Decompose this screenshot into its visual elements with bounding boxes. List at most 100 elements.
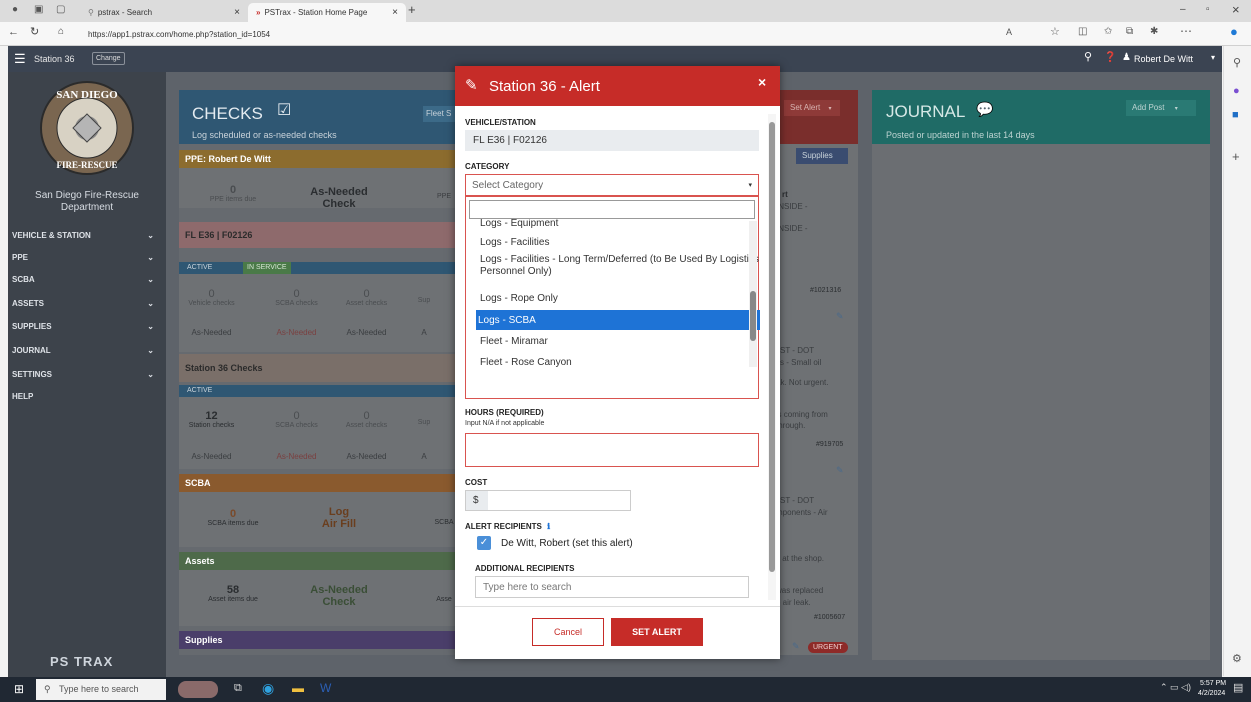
- vehicle-checks-cell[interactable]: 0 Vehicle checks: [179, 288, 244, 307]
- set-alert-submit-button[interactable]: SET ALERT: [611, 618, 703, 646]
- sidebar-item-journal[interactable]: JOURNAL ⌄: [8, 339, 166, 361]
- minimize-icon[interactable]: –: [1180, 5, 1186, 15]
- search-icon[interactable]: ⚲: [1233, 58, 1241, 69]
- asset-as-needed-link[interactable]: As-Needed: [334, 328, 399, 337]
- task-view-icon[interactable]: ⧉: [234, 683, 242, 694]
- alert-id[interactable]: #919705: [816, 441, 843, 448]
- favorites-icon[interactable]: ✩: [1104, 27, 1112, 37]
- vehicle-as-needed-link[interactable]: As-Needed: [179, 328, 244, 337]
- supplies-tab[interactable]: Supplies: [796, 148, 848, 164]
- hours-input[interactable]: [465, 433, 759, 467]
- refresh-icon[interactable]: ↻: [30, 27, 39, 38]
- collections-icon[interactable]: ▣: [34, 5, 43, 15]
- supply-as-needed-link[interactable]: A: [404, 328, 444, 337]
- category-option[interactable]: Logs - Rope Only: [478, 289, 760, 307]
- category-option[interactable]: Logs - Facilities: [478, 233, 760, 251]
- more-menu-icon[interactable]: ⋯: [1180, 25, 1192, 37]
- weather-widget-icon[interactable]: [178, 681, 218, 698]
- settings-icon[interactable]: ⚙: [1232, 654, 1242, 665]
- station-asset-checks-cell[interactable]: 0 Asset checks: [334, 410, 399, 429]
- sidebar-item-supplies[interactable]: SUPPLIES ⌄: [8, 315, 166, 337]
- tab-actions-icon[interactable]: ▢: [56, 5, 65, 15]
- system-tray-icons[interactable]: ⌃ ▭ ◁): [1160, 683, 1191, 692]
- add-post-button[interactable]: Add Post ▾: [1126, 100, 1196, 116]
- log-air-fill-button[interactable]: Log Air Fill: [284, 506, 394, 530]
- extensions-icon[interactable]: ✱: [1150, 27, 1158, 37]
- asset-items-cell[interactable]: 58 Asset items due: [184, 584, 282, 603]
- recipient-search-input[interactable]: Type here to search: [475, 576, 749, 598]
- url-field[interactable]: https://app1.pstrax.com/home.php?station…: [88, 25, 988, 43]
- station-checks-cell[interactable]: 12 Station checks: [179, 410, 244, 429]
- shopping-icon[interactable]: ●: [1233, 86, 1240, 97]
- sidebar-item-settings[interactable]: SETTINGS ⌄: [8, 363, 166, 385]
- add-icon[interactable]: +: [1232, 150, 1240, 163]
- profile-icon[interactable]: ●: [12, 5, 18, 15]
- recipient-checkbox[interactable]: ✓: [477, 536, 491, 550]
- cost-input-group[interactable]: $: [465, 490, 631, 511]
- edge-browser-icon[interactable]: ◉: [262, 681, 274, 695]
- sidebar-item-scba[interactable]: SCBA ⌄: [8, 268, 166, 290]
- set-alert-button[interactable]: Set Alert ▾: [784, 100, 840, 116]
- collections-bar-icon[interactable]: ⧉: [1126, 27, 1133, 37]
- outlook-icon[interactable]: ■: [1232, 110, 1239, 121]
- user-menu[interactable]: Robert De Witt: [1134, 54, 1193, 64]
- favorite-star-icon[interactable]: ☆: [1050, 27, 1060, 38]
- change-station-button[interactable]: Change: [92, 52, 125, 65]
- alert-id[interactable]: #1005607: [814, 614, 845, 621]
- close-tab-icon[interactable]: ×: [234, 7, 240, 18]
- new-tab-button[interactable]: +: [408, 3, 416, 16]
- scba-as-needed-link[interactable]: As-Needed: [264, 328, 329, 337]
- file-explorer-icon[interactable]: ▬: [292, 682, 304, 694]
- category-select[interactable]: Select Category ▾: [465, 174, 759, 196]
- word-icon[interactable]: W: [320, 682, 331, 694]
- ppe-as-needed-check-button[interactable]: As-Needed Check: [284, 186, 394, 210]
- category-search-input[interactable]: [469, 200, 755, 219]
- sidebar-item-assets[interactable]: ASSETS ⌄: [8, 292, 166, 314]
- sidebar-item-help[interactable]: HELP: [8, 385, 166, 407]
- station-asset-as-needed-link[interactable]: As-Needed: [334, 452, 399, 461]
- read-aloud-icon[interactable]: A: [1006, 28, 1012, 37]
- asset-checks-cell[interactable]: 0 Asset checks: [334, 288, 399, 307]
- home-icon[interactable]: ⌂: [58, 27, 64, 37]
- hamburger-menu-icon[interactable]: ☰: [14, 52, 26, 65]
- dropdown-scrollbar[interactable]: [749, 221, 757, 367]
- modal-scroll-thumb[interactable]: [769, 122, 775, 572]
- station-supply-checks-cell[interactable]: Sup: [404, 419, 444, 426]
- station-scba-checks-cell[interactable]: 0 SCBA checks: [264, 410, 329, 429]
- scba-items-cell[interactable]: 0 SCBA items due: [184, 508, 282, 527]
- category-option[interactable]: Logs - Equipment: [478, 219, 760, 231]
- sidebar-item-vehicle-station[interactable]: VEHICLE & STATION ⌄: [8, 224, 166, 246]
- ppe-count-cell[interactable]: 0 PPE items due: [184, 184, 282, 203]
- copilot-icon[interactable]: ●: [1230, 25, 1238, 38]
- edit-icon[interactable]: ✎: [792, 642, 800, 651]
- category-option[interactable]: Fleet - Miramar: [478, 332, 760, 350]
- close-window-icon[interactable]: ×: [1232, 3, 1240, 16]
- browser-tab-pstrax[interactable]: » PSTrax - Station Home Page ×: [248, 3, 406, 22]
- sidebar-item-ppe[interactable]: PPE ⌄: [8, 246, 166, 268]
- close-modal-button[interactable]: ×: [758, 75, 766, 89]
- windows-start-icon[interactable]: ⊞: [14, 683, 24, 695]
- modal-scrollbar[interactable]: [768, 114, 776, 600]
- station-supply-as-needed-link[interactable]: A: [404, 452, 444, 461]
- station-as-needed-link[interactable]: As-Needed: [179, 452, 244, 461]
- cancel-button[interactable]: Cancel: [532, 618, 604, 646]
- dropdown-scroll-thumb[interactable]: [750, 291, 756, 341]
- alert-id[interactable]: #1021316: [810, 287, 841, 294]
- station-scba-as-needed-link[interactable]: As-Needed: [264, 452, 329, 461]
- asset-as-needed-check-button[interactable]: As-Needed Check: [284, 584, 394, 608]
- split-screen-icon[interactable]: ◫: [1078, 27, 1087, 37]
- back-icon[interactable]: ←: [8, 27, 19, 38]
- edit-icon[interactable]: ✎: [836, 312, 844, 321]
- notifications-icon[interactable]: ▤: [1233, 683, 1243, 694]
- supply-checks-cell[interactable]: Sup: [404, 297, 444, 304]
- help-icon[interactable]: ❓: [1104, 53, 1116, 63]
- taskbar-search-box[interactable]: ⚲ Type here to search: [36, 679, 166, 700]
- restore-icon[interactable]: ▫: [1206, 5, 1210, 15]
- edit-icon[interactable]: ✎: [836, 466, 844, 475]
- category-option[interactable]: Fleet - Rose Canyon: [478, 353, 760, 371]
- scba-checks-cell[interactable]: 0 SCBA checks: [264, 288, 329, 307]
- close-tab-icon[interactable]: ×: [392, 7, 398, 18]
- search-icon[interactable]: ⚲: [1084, 52, 1092, 63]
- category-option-selected[interactable]: Logs - SCBA: [476, 310, 760, 330]
- category-option[interactable]: Logs - Facilities - Long Term/Deferred (…: [478, 254, 760, 284]
